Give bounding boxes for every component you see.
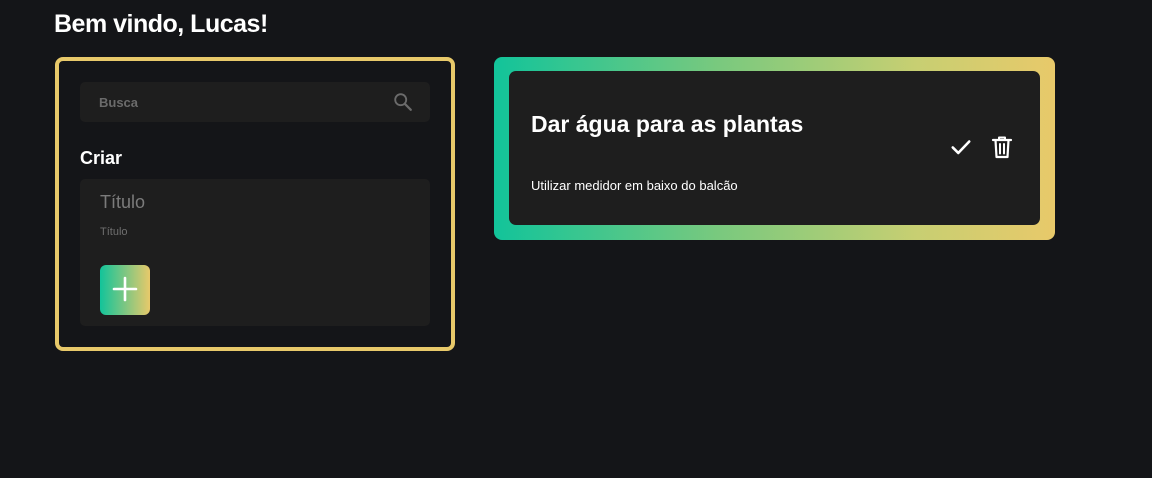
- add-task-button[interactable]: [100, 265, 150, 315]
- complete-task-button[interactable]: [948, 135, 974, 161]
- title-input[interactable]: [80, 187, 410, 217]
- description-input[interactable]: [80, 221, 410, 243]
- task-card-frame: Dar água para as plantas Utilizar medido…: [494, 57, 1055, 240]
- task-description: Utilizar medidor em baixo do balcão: [531, 178, 738, 193]
- task-card: Dar água para as plantas Utilizar medido…: [509, 71, 1040, 225]
- sidebar-panel: Criar: [55, 57, 455, 351]
- page: Bem vindo, Lucas! Criar: [0, 0, 1152, 478]
- create-heading: Criar: [80, 148, 123, 168]
- task-title: Dar água para as plantas: [531, 111, 804, 137]
- plus-icon: [112, 276, 138, 305]
- search-box: [80, 82, 430, 122]
- search-icon[interactable]: [392, 91, 414, 113]
- delete-task-button[interactable]: [989, 135, 1015, 161]
- greeting-title: Bem vindo, Lucas!: [54, 10, 268, 38]
- trash-icon: [991, 135, 1013, 162]
- search-input[interactable]: [80, 82, 380, 122]
- check-icon: [950, 136, 972, 161]
- create-form: [80, 179, 430, 326]
